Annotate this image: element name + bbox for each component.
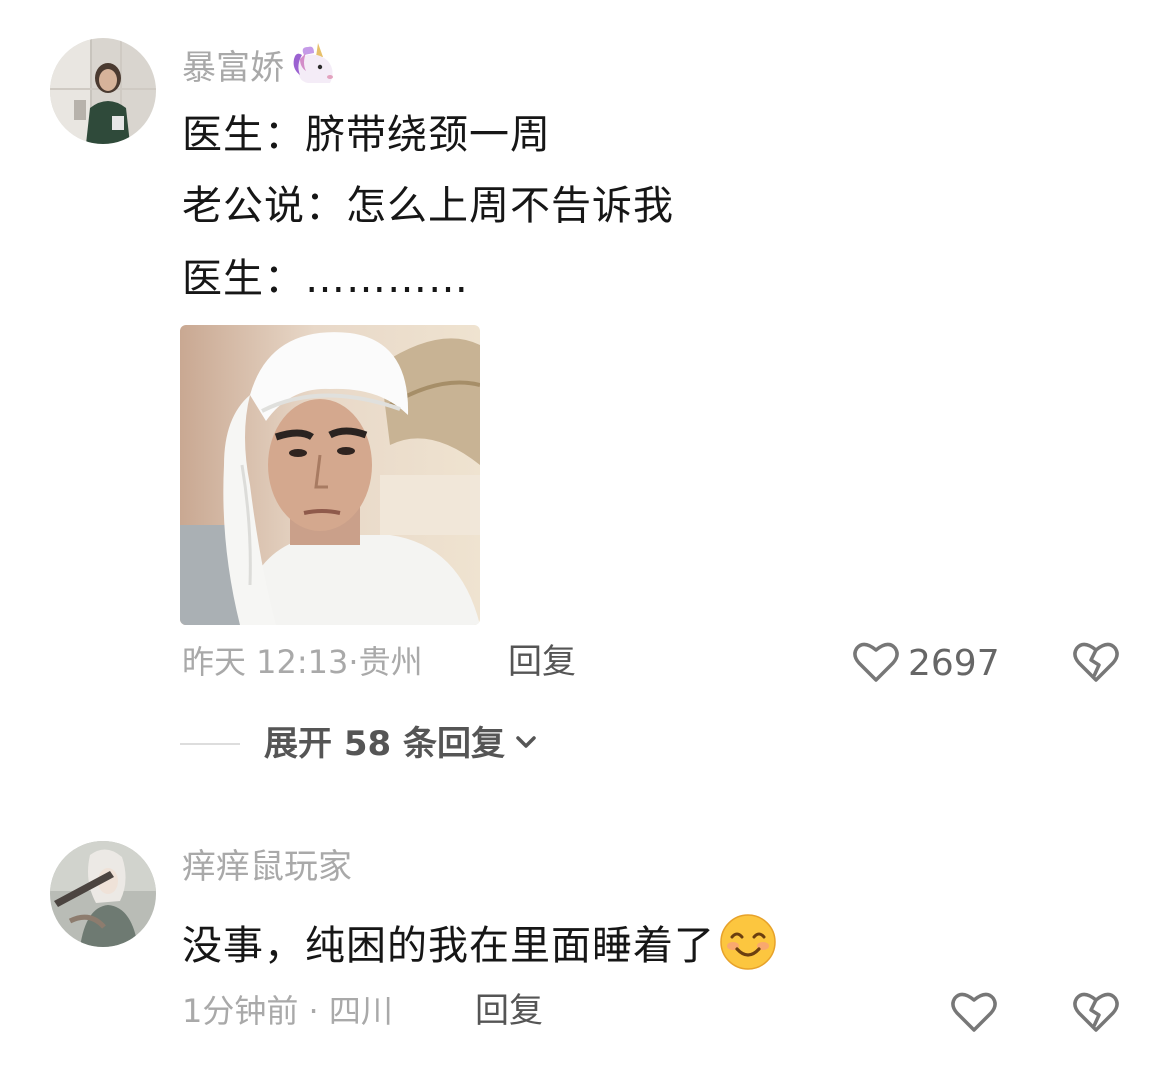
username-text[interactable]: 暴富娇	[182, 48, 284, 88]
comment-time: 1分钟前	[182, 992, 299, 1030]
expand-replies-label: 展开 58 条回复	[264, 724, 505, 764]
broken-heart-icon	[1072, 642, 1120, 688]
comment-image[interactable]	[180, 325, 480, 625]
like-count: 2697	[908, 643, 1000, 684]
broken-heart-icon	[1072, 992, 1120, 1038]
avatar[interactable]	[50, 841, 156, 947]
comment-meta: 昨天 12:13·贵州	[182, 642, 423, 682]
reply-button[interactable]: 回复	[475, 991, 543, 1031]
username[interactable]: 暴富娇	[182, 41, 338, 96]
like-button[interactable]	[950, 990, 998, 1038]
username[interactable]: 痒痒鼠玩家	[182, 845, 352, 889]
heart-outline-icon	[950, 992, 998, 1038]
dislike-button[interactable]	[1072, 640, 1120, 688]
comment-text-line-1: 没事，纯困的我在里面睡着了	[182, 913, 777, 983]
comment-text-line-2: 老公说：怎么上周不告诉我	[182, 183, 674, 229]
meta-separator: ·	[348, 643, 359, 681]
divider	[180, 743, 240, 745]
comment-location: 四川	[328, 992, 393, 1030]
like-button[interactable]: 2697	[852, 640, 1000, 688]
avatar[interactable]	[50, 38, 156, 144]
smiling-face-emoji-icon	[719, 913, 777, 983]
reply-button[interactable]: 回复	[508, 642, 576, 682]
comment-text-line-1: 医生：脐带绕颈一周	[182, 112, 551, 158]
comment-time: 昨天 12:13	[182, 643, 349, 681]
comment-text: 没事，纯困的我在里面睡着了	[182, 923, 715, 969]
comment-text-line-3: 医生：…………	[182, 256, 469, 302]
comment-location: 贵州	[358, 643, 423, 681]
comment-meta: 1分钟前 · 四川	[182, 991, 393, 1031]
heart-outline-icon	[852, 640, 900, 688]
meta-separator: ·	[298, 992, 329, 1030]
expand-replies-button[interactable]: 展开 58 条回复	[180, 722, 539, 766]
dislike-button[interactable]	[1072, 990, 1120, 1038]
chevron-down-icon	[513, 732, 539, 756]
unicorn-emoji-icon	[290, 41, 338, 96]
